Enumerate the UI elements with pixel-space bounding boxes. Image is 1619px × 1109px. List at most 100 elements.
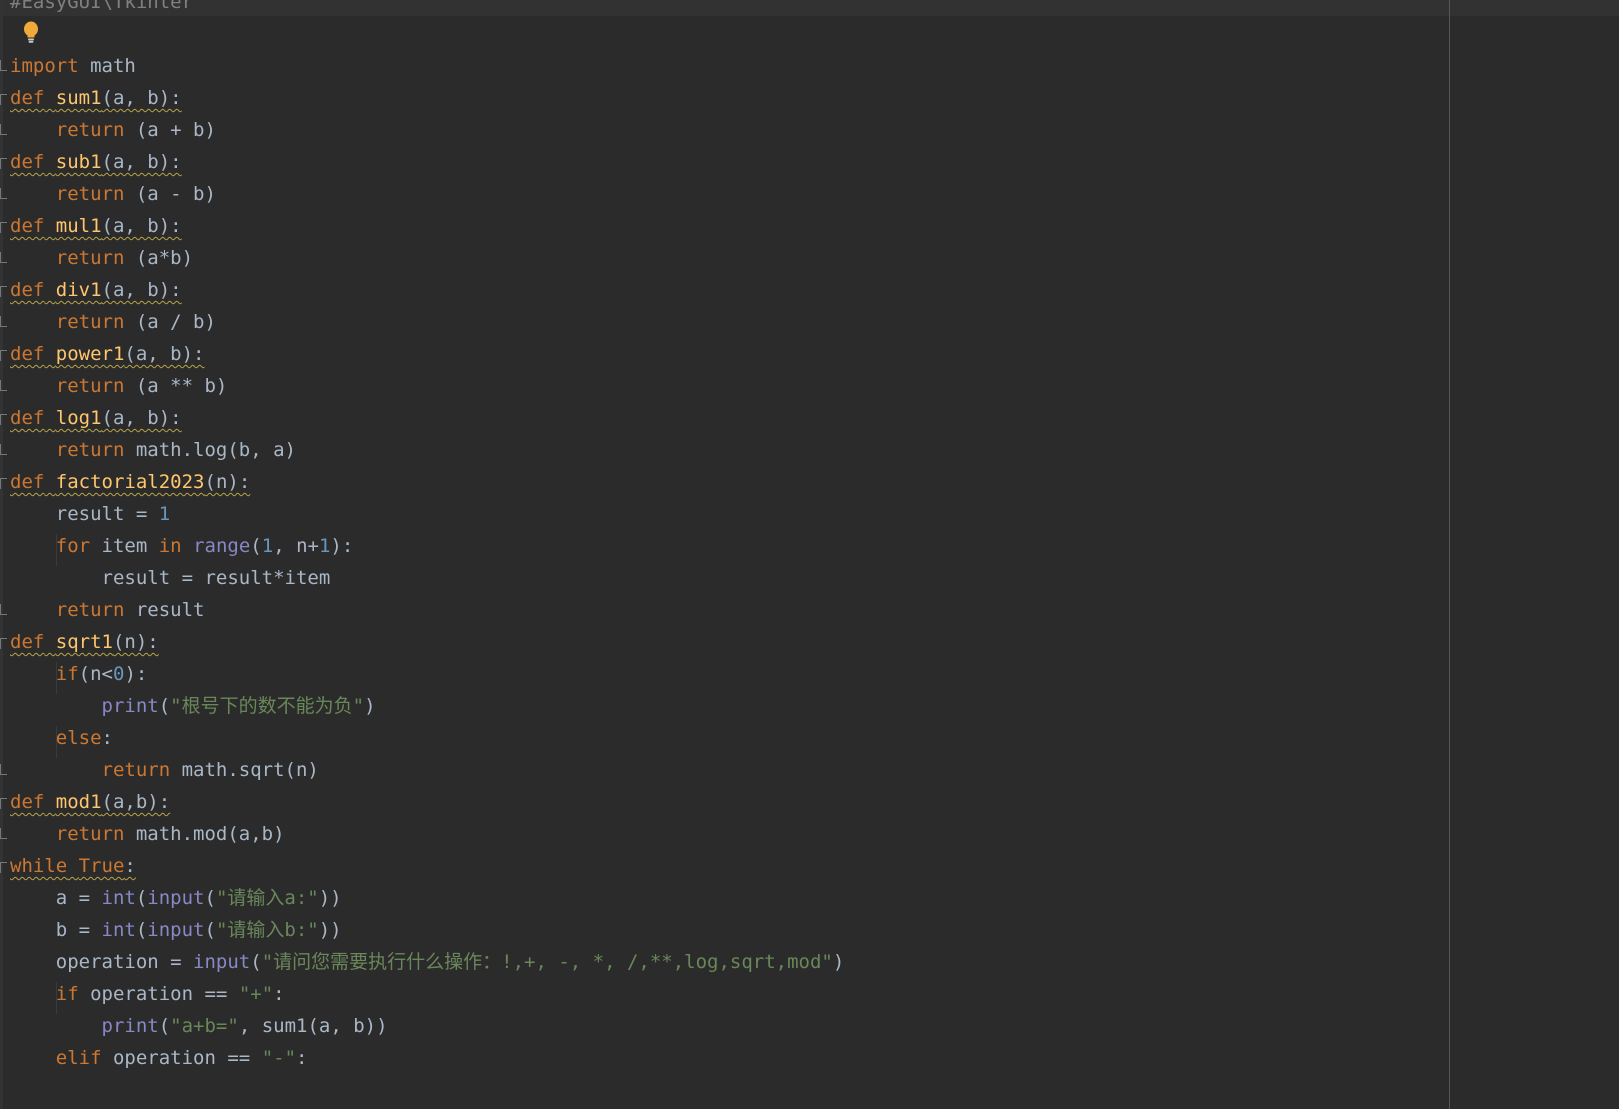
fold-start-marker[interactable] — [0, 638, 7, 649]
code-line[interactable]: else: — [10, 722, 113, 755]
code-token: (a + b) — [124, 119, 216, 141]
fold-start-marker[interactable] — [0, 478, 7, 489]
code-line[interactable]: for item in range(1, n+1): — [10, 530, 354, 563]
code-line[interactable]: return (a / b) — [10, 306, 216, 339]
code-token: "a+b=" — [170, 1015, 239, 1037]
fold-end-marker[interactable] — [0, 444, 7, 455]
fold-start-marker[interactable] — [0, 862, 7, 873]
code-line[interactable]: print("根号下的数不能为负") — [10, 690, 376, 723]
fold-start-marker[interactable] — [0, 94, 7, 105]
code-token: : — [101, 727, 113, 749]
header-comment: #EasyGUI\Tkinter — [10, 0, 194, 13]
code-line[interactable]: while True: — [10, 850, 136, 883]
code-line[interactable]: return math.log(b, a) — [10, 434, 296, 467]
code-line[interactable]: def mod1(a,b): — [10, 786, 170, 819]
fold-end-marker[interactable] — [0, 380, 7, 391]
code-token: return — [55, 311, 125, 333]
fold-start-marker[interactable] — [0, 414, 7, 425]
code-token: input — [193, 951, 251, 973]
code-line[interactable]: return result — [10, 594, 205, 627]
fold-end-marker[interactable] — [0, 828, 7, 839]
code-line[interactable]: def sub1(a, b): — [10, 146, 182, 179]
code-line[interactable]: def factorial2023(n): — [10, 466, 250, 499]
code-token: operation = — [10, 951, 194, 973]
code-token: def — [10, 343, 45, 365]
lightbulb-icon[interactable] — [22, 20, 40, 44]
code-token: print — [101, 1015, 159, 1037]
code-token: (a*b) — [124, 247, 194, 269]
code-line[interactable]: def sqrt1(n): — [10, 626, 159, 659]
code-token: sub1 — [55, 151, 102, 173]
code-token: def — [10, 791, 45, 813]
code-token: 1 — [158, 503, 171, 525]
fold-start-marker[interactable] — [0, 222, 7, 233]
code-line[interactable]: return (a*b) — [10, 242, 193, 275]
code-token: def — [10, 215, 45, 237]
code-token: (a - b) — [124, 183, 216, 205]
code-line[interactable]: elif operation == "-": — [10, 1042, 308, 1075]
code-line[interactable]: if operation == "+": — [10, 978, 285, 1011]
code-token: input — [147, 887, 205, 909]
code-token: factorial2023 — [55, 471, 205, 493]
code-token: print — [101, 695, 159, 717]
code-token: math.mod(a,b) — [124, 823, 285, 845]
fold-end-marker[interactable] — [0, 764, 7, 775]
fold-end-marker[interactable] — [0, 124, 7, 135]
code-token: result = result*item — [10, 567, 331, 589]
code-line[interactable]: print("a+b=", sum1(a, b)) — [10, 1010, 388, 1043]
code-line[interactable]: def mul1(a, b): — [10, 210, 182, 243]
code-editor[interactable]: #EasyGUI\Tkinter import math def sum1(a, … — [0, 0, 1619, 1109]
code-line[interactable]: def log1(a, b): — [10, 402, 182, 435]
code-line[interactable]: import math — [10, 50, 136, 83]
code-token: (n): — [112, 631, 159, 653]
code-line[interactable]: return math.mod(a,b) — [10, 818, 285, 851]
code-line[interactable]: if(n<0): — [10, 658, 148, 691]
fold-end-marker[interactable] — [0, 188, 7, 199]
fold-start-marker[interactable] — [0, 158, 7, 169]
fold-start-marker[interactable] — [0, 798, 7, 809]
code-token: "请输入b:" — [215, 919, 319, 941]
code-line[interactable]: def power1(a, b): — [10, 338, 205, 371]
code-token: sqrt1 — [55, 631, 113, 653]
code-token: (a, b): — [101, 215, 182, 237]
code-token: ( — [135, 887, 148, 909]
code-line[interactable]: def sum1(a, b): — [10, 82, 182, 115]
code-line[interactable]: a = int(input("请输入a:")) — [10, 882, 342, 915]
code-line[interactable]: b = int(input("请输入b:")) — [10, 914, 342, 947]
fold-start-marker[interactable] — [0, 350, 7, 361]
code-line[interactable]: return (a + b) — [10, 114, 216, 147]
code-token: else — [55, 727, 102, 749]
fold-end-marker[interactable] — [0, 252, 7, 263]
indent-guide — [56, 662, 58, 694]
code-line[interactable]: return (a ** b) — [10, 370, 228, 403]
code-token: math.sqrt(n) — [170, 759, 319, 781]
code-token: def — [10, 87, 45, 109]
indent-guide — [56, 534, 58, 566]
code-token: elif — [55, 1047, 102, 1069]
code-line[interactable]: def div1(a, b): — [10, 274, 182, 307]
fold-end-marker[interactable] — [0, 604, 7, 615]
indent-guide — [56, 982, 58, 1014]
code-token: ( — [135, 919, 148, 941]
fold-end-marker[interactable] — [0, 60, 7, 71]
fold-start-marker[interactable] — [0, 286, 7, 297]
code-line[interactable]: result = 1 — [10, 498, 170, 531]
code-token: def — [10, 471, 45, 493]
code-line[interactable]: operation = input("请问您需要执行什么操作：!,+, -, *… — [10, 946, 845, 979]
code-token: ( — [158, 695, 171, 717]
code-line[interactable]: return (a - b) — [10, 178, 216, 211]
code-line[interactable]: result = result*item — [10, 562, 331, 595]
code-line[interactable]: return math.sqrt(n) — [10, 754, 319, 787]
code-token: (a ** b) — [124, 375, 228, 397]
fold-end-marker[interactable] — [0, 316, 7, 327]
